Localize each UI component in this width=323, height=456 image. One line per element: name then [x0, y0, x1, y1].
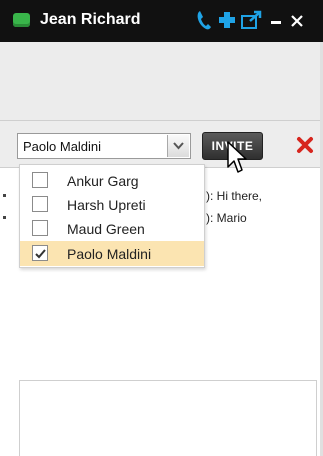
conversation-header-area	[0, 42, 323, 120]
contact-option[interactable]: Ankur Garg	[20, 168, 204, 193]
window-title: Jean Richard	[40, 11, 141, 28]
phone-icon[interactable]	[194, 9, 216, 31]
invite-toolbar: Paolo Maldini INVITE	[0, 120, 323, 168]
contact-option-label: Harsh Upreti	[67, 197, 146, 213]
contact-select[interactable]: Paolo Maldini	[17, 133, 191, 159]
close-icon[interactable]	[294, 134, 316, 156]
message-input[interactable]	[19, 380, 317, 456]
checkbox[interactable]	[32, 220, 48, 236]
presence-status-icon	[13, 13, 30, 27]
contact-option-label: Paolo Maldini	[67, 246, 152, 262]
contact-option-selected[interactable]: Paolo Maldini	[20, 241, 204, 266]
checkbox[interactable]	[32, 196, 48, 212]
contact-select-value: Paolo Maldini	[23, 139, 102, 154]
checkbox[interactable]	[32, 172, 48, 188]
chevron-down-icon[interactable]	[167, 135, 189, 157]
contact-option-label: Maud Green	[67, 221, 145, 237]
mouse-pointer-icon	[226, 140, 248, 176]
close-window-icon[interactable]	[288, 9, 310, 31]
chat-message: ): Mario	[206, 211, 247, 225]
chat-message: ): Hi there,	[206, 189, 263, 203]
contact-option[interactable]: Maud Green	[20, 216, 204, 241]
message-marker	[3, 194, 6, 197]
message-marker	[3, 216, 6, 219]
contact-option-label: Ankur Garg	[67, 173, 139, 189]
contact-option[interactable]: Harsh Upreti	[20, 192, 204, 217]
share-screen-icon[interactable]	[240, 9, 262, 31]
checkbox-checked[interactable]	[32, 245, 48, 261]
title-bar: Jean Richard	[0, 0, 323, 42]
contacts-dropdown-list: Ankur Garg Harsh Upreti Maud Green Paolo…	[19, 164, 205, 268]
minimize-icon[interactable]	[268, 9, 290, 31]
checkmark-icon	[35, 249, 46, 259]
add-participant-icon[interactable]	[216, 9, 238, 31]
